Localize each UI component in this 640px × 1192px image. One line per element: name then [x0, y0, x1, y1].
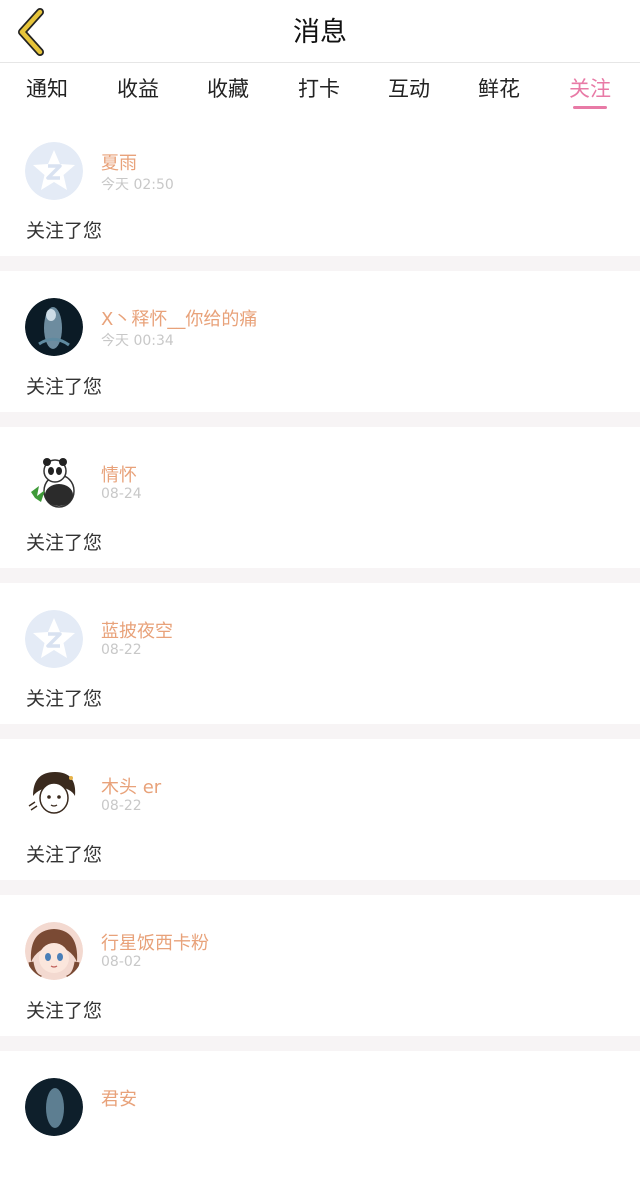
tab-label: 收益	[117, 77, 159, 101]
user-name[interactable]: 情怀	[101, 461, 137, 487]
timestamp: 08-22	[101, 798, 142, 814]
active-tab-indicator	[573, 106, 607, 109]
avatar[interactable]	[25, 1078, 83, 1136]
default-avatar-icon	[25, 610, 83, 668]
timestamp: 今天 00:34	[101, 333, 174, 349]
divider	[0, 880, 640, 895]
message-text: 关注了您	[26, 376, 103, 398]
user-avatar	[25, 298, 83, 356]
user-name[interactable]: 君安	[101, 1085, 137, 1111]
message-text: 关注了您	[26, 844, 103, 866]
tab-checkin[interactable]: 打卡	[298, 73, 340, 103]
timestamp: 08-02	[101, 954, 142, 970]
user-name[interactable]: 蓝披夜空	[101, 617, 173, 643]
user-name[interactable]: X丶释怀__你给的痛	[101, 305, 257, 331]
tab-favorites[interactable]: 收藏	[207, 73, 249, 103]
avatar[interactable]	[25, 454, 83, 512]
divider	[0, 412, 640, 427]
tab-flowers[interactable]: 鲜花	[478, 73, 520, 103]
timestamp: 08-24	[101, 486, 142, 502]
tab-notifications[interactable]: 通知	[26, 73, 68, 103]
list-item[interactable]: 君安	[0, 1051, 640, 1192]
header-bar: 消息	[0, 0, 640, 63]
panda-avatar	[25, 454, 83, 512]
divider	[0, 1036, 640, 1051]
tab-interactions[interactable]: 互动	[388, 73, 430, 103]
tab-label: 互动	[388, 77, 430, 101]
sketch-girl-avatar	[25, 766, 83, 824]
avatar[interactable]	[25, 922, 83, 980]
list-item[interactable]: 情怀 08-24 关注了您	[0, 427, 640, 568]
tab-bar: 通知 收益 收藏 打卡 互动 鲜花 关注	[0, 63, 640, 115]
user-name[interactable]: 行星饭西卡粉	[101, 929, 209, 955]
user-avatar	[25, 1078, 83, 1136]
tab-label: 打卡	[298, 77, 340, 101]
page-title: 消息	[293, 17, 347, 48]
user-name[interactable]: 夏雨	[101, 149, 137, 175]
timestamp: 08-22	[101, 642, 142, 658]
message-text: 关注了您	[26, 688, 103, 710]
avatar[interactable]	[25, 766, 83, 824]
anime-girl-avatar	[25, 922, 83, 980]
avatar[interactable]	[25, 298, 83, 356]
list-item[interactable]: 行星饭西卡粉 08-02 关注了您	[0, 895, 640, 1036]
divider	[0, 724, 640, 739]
message-text: 关注了您	[26, 532, 103, 554]
avatar[interactable]	[25, 142, 83, 200]
tab-label: 关注	[569, 77, 611, 101]
tab-follow[interactable]: 关注	[569, 73, 611, 109]
list-item[interactable]: X丶释怀__你给的痛 今天 00:34 关注了您	[0, 271, 640, 412]
tab-earnings[interactable]: 收益	[117, 73, 159, 103]
message-text: 关注了您	[26, 220, 103, 242]
list-item[interactable]: 木头 er 08-22 关注了您	[0, 739, 640, 880]
tab-label: 通知	[26, 77, 68, 101]
divider	[0, 256, 640, 271]
tab-label: 鲜花	[478, 77, 520, 101]
default-avatar-icon	[25, 142, 83, 200]
avatar[interactable]	[25, 610, 83, 668]
list-item[interactable]: 蓝披夜空 08-22 关注了您	[0, 583, 640, 724]
user-name[interactable]: 木头 er	[101, 773, 161, 799]
list-item[interactable]: 夏雨 今天 02:50 关注了您	[0, 115, 640, 256]
tab-label: 收藏	[207, 77, 249, 101]
timestamp: 今天 02:50	[101, 177, 174, 193]
divider	[0, 568, 640, 583]
message-text: 关注了您	[26, 1000, 103, 1022]
